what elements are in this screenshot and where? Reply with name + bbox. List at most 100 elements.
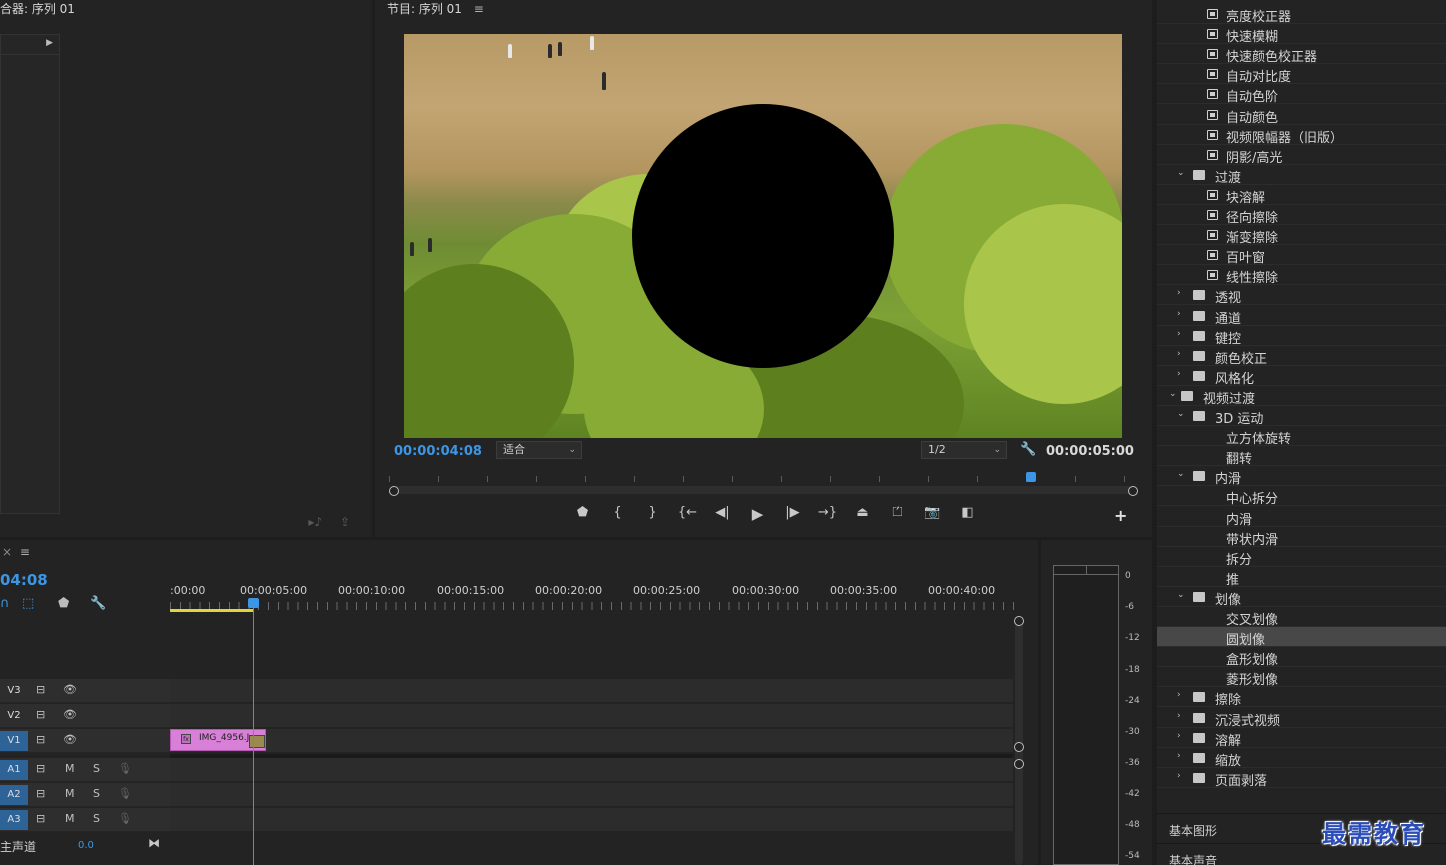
effects-folder-item[interactable]: › 风格化 bbox=[1157, 366, 1446, 387]
effects-list-item[interactable]: 快速颜色校正器 bbox=[1157, 44, 1446, 65]
eye-icon[interactable]: 👁 bbox=[63, 708, 77, 721]
work-area-bar[interactable] bbox=[170, 609, 254, 612]
chevron-right-icon[interactable]: › bbox=[1177, 731, 1181, 741]
effects-list-item[interactable]: 径向擦除 bbox=[1157, 205, 1446, 226]
sync-lock-icon[interactable]: ⊟ bbox=[36, 733, 45, 746]
track-lane[interactable] bbox=[170, 808, 1013, 832]
snap-icon[interactable]: ∩ bbox=[0, 596, 10, 611]
step-back-icon[interactable]: ◀| bbox=[705, 505, 740, 523]
panel-menu-icon[interactable]: ≡ bbox=[20, 545, 30, 559]
mark-out-icon[interactable]: } bbox=[635, 505, 670, 523]
eye-icon[interactable]: 👁 bbox=[63, 733, 77, 746]
sync-lock-icon[interactable]: ⊟ bbox=[36, 708, 45, 721]
go-to-end-icon[interactable]: ⧓ bbox=[148, 836, 160, 850]
resolution-select[interactable]: 1/2 ⌄ bbox=[921, 441, 1007, 459]
microphone-icon[interactable]: 🎙 bbox=[118, 812, 132, 825]
close-icon[interactable]: × bbox=[2, 545, 12, 559]
chevron-right-icon[interactable]: › bbox=[1177, 711, 1181, 721]
effects-folder-item[interactable]: › 溶解 bbox=[1157, 728, 1446, 749]
effects-list-item[interactable]: 推 bbox=[1157, 567, 1446, 588]
effects-folder-item[interactable]: ⌄ 内滑 bbox=[1157, 466, 1446, 487]
solo-button[interactable]: S bbox=[93, 812, 100, 825]
chevron-down-icon[interactable]: ⌄ bbox=[1169, 389, 1177, 399]
effects-folder-item[interactable]: ⌄ 划像 bbox=[1157, 587, 1446, 608]
extract-icon[interactable]: ⏍ bbox=[880, 505, 915, 523]
sync-lock-icon[interactable]: ⊟ bbox=[36, 683, 45, 696]
effects-list-item[interactable]: 快速模糊 bbox=[1157, 24, 1446, 45]
effects-list-item[interactable]: 自动对比度 bbox=[1157, 64, 1446, 85]
effects-folder-item[interactable]: › 颜色校正 bbox=[1157, 346, 1446, 367]
track-lane[interactable] bbox=[170, 679, 1013, 703]
go-to-out-icon[interactable]: →} bbox=[810, 505, 845, 523]
chevron-right-icon[interactable]: › bbox=[1177, 329, 1181, 339]
effects-list-item[interactable]: 内滑 bbox=[1157, 507, 1446, 528]
chevron-right-icon[interactable]: › bbox=[1177, 369, 1181, 379]
effects-folder-item[interactable]: › 页面剥落 bbox=[1157, 768, 1446, 789]
effects-folder-item[interactable]: › 缩放 bbox=[1157, 748, 1446, 769]
effects-list-item[interactable]: 盒形划像 bbox=[1157, 647, 1446, 668]
effects-list-item[interactable]: 线性擦除 bbox=[1157, 265, 1446, 286]
master-volume-value[interactable]: 0.0 bbox=[78, 840, 94, 851]
meter-peak-indicator[interactable] bbox=[1054, 566, 1118, 575]
sync-lock-icon[interactable]: ⊟ bbox=[36, 787, 45, 800]
microphone-icon[interactable]: 🎙 bbox=[118, 762, 132, 775]
expand-arrow-icon[interactable]: ▶ bbox=[46, 38, 53, 48]
chevron-down-icon[interactable]: ⌄ bbox=[1177, 409, 1185, 419]
zoom-scroll-bar[interactable] bbox=[394, 486, 1132, 494]
linked-selection-icon[interactable]: ⬚ bbox=[22, 596, 34, 611]
chevron-down-icon[interactable]: ⌄ bbox=[1177, 168, 1185, 178]
effects-list-item[interactable]: 立方体旋转 bbox=[1157, 426, 1446, 447]
monitor-time-ruler[interactable] bbox=[389, 468, 1134, 482]
add-button-icon[interactable]: + bbox=[1114, 506, 1127, 525]
transition-block[interactable] bbox=[249, 735, 265, 748]
export-frame-icon[interactable]: 📷 bbox=[915, 505, 950, 523]
track-target-a1[interactable]: A1 bbox=[0, 760, 28, 780]
effects-list-item[interactable]: 块溶解 bbox=[1157, 185, 1446, 206]
play-icon[interactable]: ▶ bbox=[740, 505, 775, 523]
mute-button[interactable]: M bbox=[65, 787, 75, 800]
sync-lock-icon[interactable]: ⊟ bbox=[36, 762, 45, 775]
solo-button[interactable]: S bbox=[93, 787, 100, 800]
export-icon[interactable]: ⇪ bbox=[340, 515, 350, 529]
timeline-tab[interactable]: × ≡ bbox=[2, 545, 30, 559]
track-target-v2[interactable]: V2 bbox=[0, 706, 28, 726]
effects-list-item[interactable]: 圆划像 bbox=[1157, 627, 1446, 648]
effects-folder-item[interactable]: ⌄ 过渡 bbox=[1157, 165, 1446, 186]
sync-lock-icon[interactable]: ⊟ bbox=[36, 812, 45, 825]
track-target-a3[interactable]: A3 bbox=[0, 810, 28, 830]
effects-list-item[interactable]: 菱形划像 bbox=[1157, 667, 1446, 688]
chevron-right-icon[interactable]: › bbox=[1177, 309, 1181, 319]
chevron-down-icon[interactable]: ⌄ bbox=[1177, 590, 1185, 600]
marker-icon[interactable]: ⬟ bbox=[565, 505, 600, 523]
chevron-right-icon[interactable]: › bbox=[1177, 349, 1181, 359]
mute-button[interactable]: M bbox=[65, 812, 75, 825]
timeline-settings-wrench-icon[interactable]: 🔧 bbox=[90, 596, 106, 611]
timeline-vertical-scrollbar[interactable] bbox=[1015, 616, 1023, 865]
chevron-right-icon[interactable]: › bbox=[1177, 288, 1181, 298]
effects-folder-item[interactable]: ⌄ 3D 运动 bbox=[1157, 406, 1446, 427]
eye-icon[interactable]: 👁 bbox=[63, 683, 77, 696]
source-panel-title[interactable]: 合器: 序列 01 bbox=[0, 0, 75, 17]
lift-icon[interactable]: ⏏ bbox=[845, 505, 880, 523]
track-lane[interactable] bbox=[170, 704, 1013, 728]
panel-menu-icon[interactable]: ≡ bbox=[474, 2, 484, 16]
track-target-v3[interactable]: V3 bbox=[0, 681, 28, 701]
mute-button[interactable]: M bbox=[65, 762, 75, 775]
track-target-a2[interactable]: A2 bbox=[0, 785, 28, 805]
timeline-ruler[interactable]: :00:00 00:00:05:00 00:00:10:00 00:00:15:… bbox=[170, 582, 1015, 612]
chevron-down-icon[interactable]: ⌄ bbox=[1177, 469, 1185, 479]
effects-list-item[interactable]: 视频限幅器（旧版） bbox=[1157, 125, 1446, 146]
track-target-v1[interactable]: V1 bbox=[0, 731, 28, 751]
effects-list-item[interactable]: 拆分 bbox=[1157, 547, 1446, 568]
audio-only-icon[interactable]: ▸♪ bbox=[308, 515, 322, 529]
effects-folder-item[interactable]: ⌄ 视频过渡 bbox=[1157, 386, 1446, 407]
settings-wrench-icon[interactable]: 🔧 bbox=[1020, 442, 1036, 457]
microphone-icon[interactable]: 🎙 bbox=[118, 787, 132, 800]
effects-list-item[interactable]: 阴影/高光 bbox=[1157, 145, 1446, 166]
effects-list-item[interactable]: 自动颜色 bbox=[1157, 105, 1446, 126]
effects-folder-item[interactable]: › 擦除 bbox=[1157, 687, 1446, 708]
scroll-handle-top[interactable] bbox=[1014, 616, 1024, 626]
go-to-in-icon[interactable]: {← bbox=[670, 505, 705, 523]
track-lane[interactable] bbox=[170, 783, 1013, 807]
effects-list-item[interactable]: 百叶窗 bbox=[1157, 245, 1446, 266]
